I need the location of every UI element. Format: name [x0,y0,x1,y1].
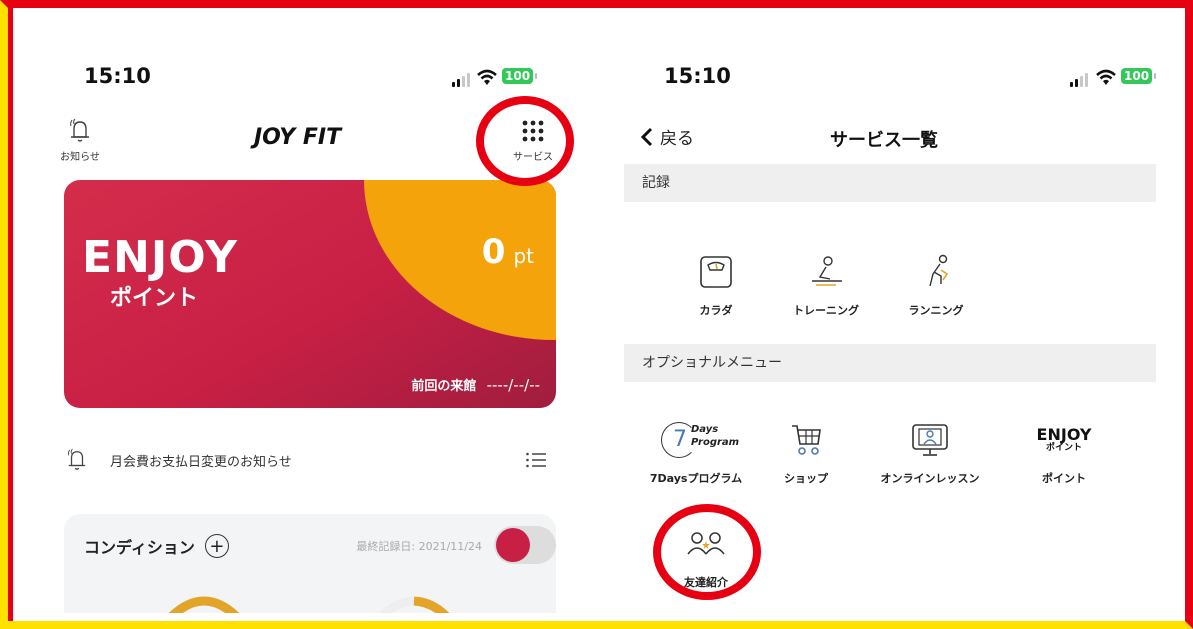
condition-title: コンディション [84,538,195,557]
points-display: 0 pt [482,232,534,272]
section-header-optional-menu: オプショナルメニュー [624,344,1156,382]
service-item-points[interactable]: ENJOY ポイント ポイント [1004,412,1124,486]
wifi-icon [1096,69,1116,85]
app-logo: JOY FIT [254,125,342,150]
toggle-knob [496,528,530,562]
condition-toggle[interactable] [494,526,556,564]
service-label: ランニング [908,304,964,317]
service-item-training[interactable]: トレーニング [766,244,886,318]
service-label: トレーニング [793,304,859,317]
7days-text-2: Program [691,437,740,448]
condition-header: コンディション + [84,534,229,558]
chevron-left-icon [640,127,653,146]
highlight-ring-services [476,96,574,186]
notice-text: 月会費お支払日変更のお知らせ [110,454,292,470]
condition-gauge [378,596,450,613]
bell-icon [70,118,89,142]
service-item-shop[interactable]: ショップ [746,412,866,486]
card-subtitle: ポイント [110,286,199,311]
add-condition-icon[interactable]: + [204,534,229,558]
service-label: ポイント [1042,472,1086,485]
condition-gauge [168,596,240,613]
monitor-icon [912,424,948,456]
frame-accent-strip [8,8,13,621]
condition-panel: コンディション + 最終記録日: 2021/11/24 [64,514,556,613]
service-label: ショップ [784,472,828,485]
enjoy-logo-subtext: ポイント [1045,442,1082,453]
page-title: サービス一覧 [830,130,938,151]
service-label: カラダ [699,304,733,317]
notifications-label: お知らせ [60,152,100,163]
last-visit: 前回の来館 ----/--/-- [411,375,540,394]
status-time: 15:10 [84,64,151,88]
last-record-date: 最終記録日: 2021/11/24 [356,540,482,553]
back-button[interactable]: 戻る [640,124,694,149]
wifi-icon [477,69,497,85]
service-label: 7Daysプログラム [649,472,743,485]
battery-indicator: 100 [1121,68,1157,84]
section-header-records: 記録 [624,164,1156,202]
bell-icon [67,448,86,470]
card-brand: ENJOY [82,232,238,283]
last-visit-label: 前回の来館 [411,379,477,394]
service-item-online-lesson[interactable]: オンラインレッスン [870,412,990,486]
service-label: オンラインレッスン [880,472,980,485]
notifications-button[interactable]: お知らせ [60,118,100,163]
7days-text-1: Days [691,424,719,435]
status-time: 15:10 [664,64,731,88]
back-label: 戻る [660,129,694,149]
highlight-ring-friend-referral [653,504,761,600]
scale-icon [700,256,732,288]
notice-row[interactable]: 月会費お支払日変更のお知らせ [66,440,546,480]
service-item-body[interactable]: カラダ [656,244,776,318]
list-icon[interactable] [526,452,546,468]
signal-icon [1070,71,1088,87]
battery-indicator: 100 [502,68,538,84]
last-visit-value: ----/--/-- [486,376,540,394]
service-item-7days[interactable]: 7 Days Program 7Daysプログラム [636,412,756,486]
service-item-running[interactable]: ランニング [876,244,996,318]
7days-number: 7 [673,427,687,452]
points-unit: pt [513,244,534,268]
enjoy-logo-text: ENJOY [1036,424,1092,444]
cart-icon [792,425,821,455]
running-icon [929,254,949,287]
points-value: 0 [481,232,506,272]
points-card[interactable]: ENJOY ポイント 0 pt 前回の来館 ----/--/-- [64,180,556,408]
7days-program-icon: 7 Days Program [661,420,739,460]
training-icon [812,256,842,286]
enjoy-logo-icon: ENJOY ポイント [1036,424,1092,453]
signal-icon [452,71,470,87]
